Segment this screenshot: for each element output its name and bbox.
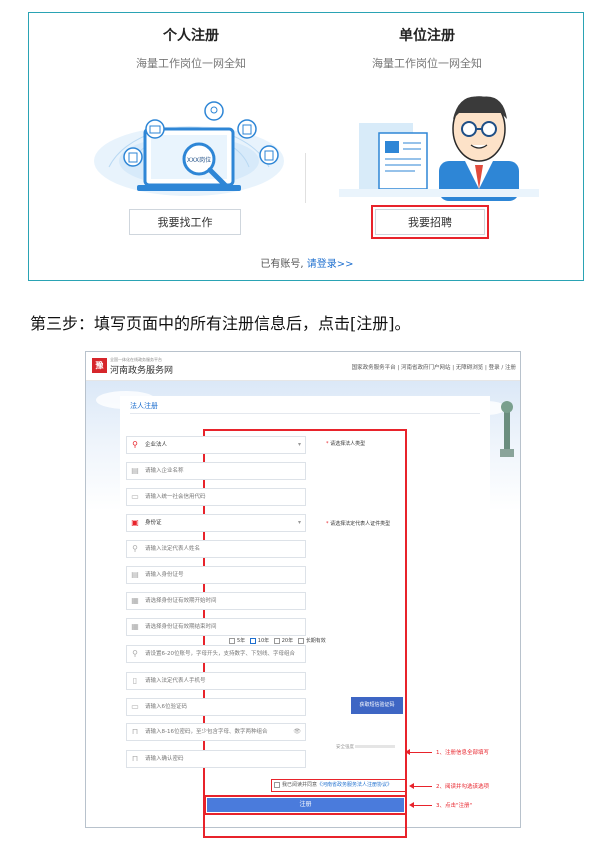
user-icon: ⚲ <box>132 544 138 553</box>
annotation-arrow-1-head <box>405 749 410 755</box>
field-placeholder: 请选择身份证有效期结束时间 <box>145 624 217 630</box>
card-icon: ▭ <box>131 492 139 501</box>
validity-10y-checkbox[interactable] <box>249 637 256 644</box>
building-icon: ▤ <box>131 466 139 475</box>
recruiter-illustration <box>339 96 539 201</box>
field-placeholder: 请输入统一社会信用代码 <box>145 494 206 500</box>
login-link[interactable]: 请登录>> <box>307 259 354 270</box>
column-divider <box>305 153 306 203</box>
select-field[interactable]: ⚲ 企业法人 ▾ <box>126 436 306 454</box>
input-field[interactable]: ▭ 请输入统一社会信用代码 <box>126 488 306 506</box>
input-field[interactable]: ▯ 请输入法定代表人手机号 <box>126 672 306 690</box>
agreement-checkbox[interactable] <box>274 781 280 788</box>
field-placeholder: 请输入身份证号 <box>145 572 184 578</box>
site-logo-icon[interactable]: 豫 <box>92 358 107 373</box>
site-name[interactable]: 河南政务服务网 <box>110 363 173 376</box>
validity-5y-label: 5年 <box>237 638 246 644</box>
id-card-icon: ▤ <box>131 570 139 579</box>
annotation-click-register: 3、点击"注册" <box>436 803 473 809</box>
input-field[interactable]: ⊓ 请输入确认密码 <box>126 750 306 768</box>
id-badge-icon: ▣ <box>131 518 139 527</box>
validity-permanent-checkbox[interactable] <box>297 637 304 644</box>
password-strength: 安全强度 <box>336 744 396 750</box>
phone-icon: ▯ <box>132 676 138 685</box>
field-placeholder: 企业法人 <box>145 442 168 448</box>
field-placeholder: 请输入法定代表人姓名 <box>145 546 201 552</box>
input-field[interactable]: ⚲ 请设置6-20位账号，字母开头，支持数字、下划线、字母组合 <box>126 645 306 663</box>
input-field[interactable]: ▦ 请选择身份证有效期结束时间 <box>126 618 306 636</box>
annotation-arrow-2-head <box>409 783 414 789</box>
validity-20y-checkbox[interactable] <box>273 637 280 644</box>
input-field[interactable]: ▭ 请输入6位验证码 <box>126 698 306 716</box>
annotation-arrow-1 <box>408 752 432 753</box>
tab-underline <box>130 413 480 414</box>
field-placeholder: 身份证 <box>145 520 162 526</box>
field-placeholder: 请选择身份证有效期开始时间 <box>145 598 217 604</box>
company-register-subtitle: 海量工作岗位一网全知 <box>372 57 482 70</box>
input-field[interactable]: ▤ 请输入身份证号 <box>126 566 306 584</box>
field-placeholder: 请输入法定代表人手机号 <box>145 678 206 684</box>
annotation-arrow-2 <box>412 786 432 787</box>
submit-highlight: 注册 <box>204 795 407 815</box>
job-badge-text: XXX岗位 <box>187 156 211 164</box>
login-prompt-text: 已有账号, <box>260 259 304 270</box>
eye-icon[interactable]: 👁 <box>293 724 301 740</box>
personal-register-title: 个人注册 <box>163 28 219 44</box>
hint-id-type: * 请选择法定代表人证件类型 <box>326 521 391 527</box>
annotation-fill-all: 1、注册信息全部填写 <box>436 750 489 756</box>
input-field[interactable]: ⚲ 请输入法定代表人姓名 <box>126 540 306 558</box>
step-three-instruction: 第三步：填写页面中的所有注册信息后，点击[注册]。 <box>30 314 411 333</box>
field-placeholder: 请输入企业名称 <box>145 468 184 474</box>
agreement-row: 我已阅读并同意《河南省政务服务法人注册协议》 <box>271 779 407 792</box>
lock-icon: ⊓ <box>131 754 139 763</box>
get-sms-code-button[interactable]: 获取短信验证码 <box>351 697 403 714</box>
field-placeholder: 请输入确认密码 <box>145 756 184 762</box>
message-icon: ▭ <box>131 702 139 711</box>
annotation-arrow-3-head <box>409 802 414 808</box>
company-register-title: 单位注册 <box>399 28 455 44</box>
find-job-button[interactable]: 我要找工作 <box>129 209 241 235</box>
input-field[interactable]: ▤ 请输入企业名称 <box>126 462 306 480</box>
login-prompt: 已有账号, 请登录>> <box>29 255 585 270</box>
header-links[interactable]: 国家政务服务平台 | 河南省政府门户网站 | 无障碍浏览 | 登录 / 注册 <box>352 363 516 371</box>
validity-10y-label: 10年 <box>257 638 270 644</box>
annotation-arrow-3 <box>412 805 432 806</box>
chevron-down-icon[interactable]: ▾ <box>298 515 301 531</box>
hint-legal-type: * 请选择法人类型 <box>326 441 366 447</box>
personal-register-subtitle: 海量工作岗位一网全知 <box>136 57 246 70</box>
agreement-text: 我已阅读并同意 <box>282 782 318 788</box>
calendar-icon: ▦ <box>131 596 139 605</box>
validity-permanent-label: 长期有效 <box>305 638 326 644</box>
site-header: 豫 全国一体化在线政务服务平台 河南政务服务网 国家政务服务平台 | 河南省政府… <box>86 352 520 381</box>
field-placeholder: 请输入8-16位密码，至少包含字母、数字两种组合 <box>145 729 268 735</box>
statue-decoration <box>500 401 514 457</box>
recruit-button-highlight <box>371 205 489 239</box>
input-field[interactable]: ▦ 请选择身份证有效期开始时间 <box>126 592 306 610</box>
input-field[interactable]: ⊓ 请输入8-16位密码，至少包含字母、数字两种组合 👁 <box>126 723 306 741</box>
annotation-agree: 2、阅读并勾选该选项 <box>436 784 489 790</box>
field-placeholder: 请设置6-20位账号，字母开头，支持数字、下划线、字母组合 <box>145 651 295 657</box>
select-field[interactable]: ▣ 身份证 ▾ <box>126 514 306 532</box>
agreement-link[interactable]: 《河南省政务服务法人注册协议》 <box>317 782 392 788</box>
person-icon: ⚲ <box>132 440 138 449</box>
chevron-down-icon[interactable]: ▾ <box>298 437 301 453</box>
validity-period-options: 5年 10年 20年 长期有效 <box>226 637 326 644</box>
field-placeholder: 请输入6位验证码 <box>145 704 187 710</box>
validity-5y-checkbox[interactable] <box>229 637 235 644</box>
registration-choice-panel: 个人注册 海量工作岗位一网全知 XXX岗位 我要找工作 单位注册 海量工作岗位一… <box>28 12 584 281</box>
user-icon: ⚲ <box>132 649 138 658</box>
calendar-icon: ▦ <box>131 622 139 631</box>
job-search-illustration: XXX岗位 <box>94 101 284 196</box>
lock-icon: ⊓ <box>131 727 139 736</box>
register-submit-button[interactable]: 注册 <box>207 798 404 812</box>
validity-20y-label: 20年 <box>281 638 294 644</box>
